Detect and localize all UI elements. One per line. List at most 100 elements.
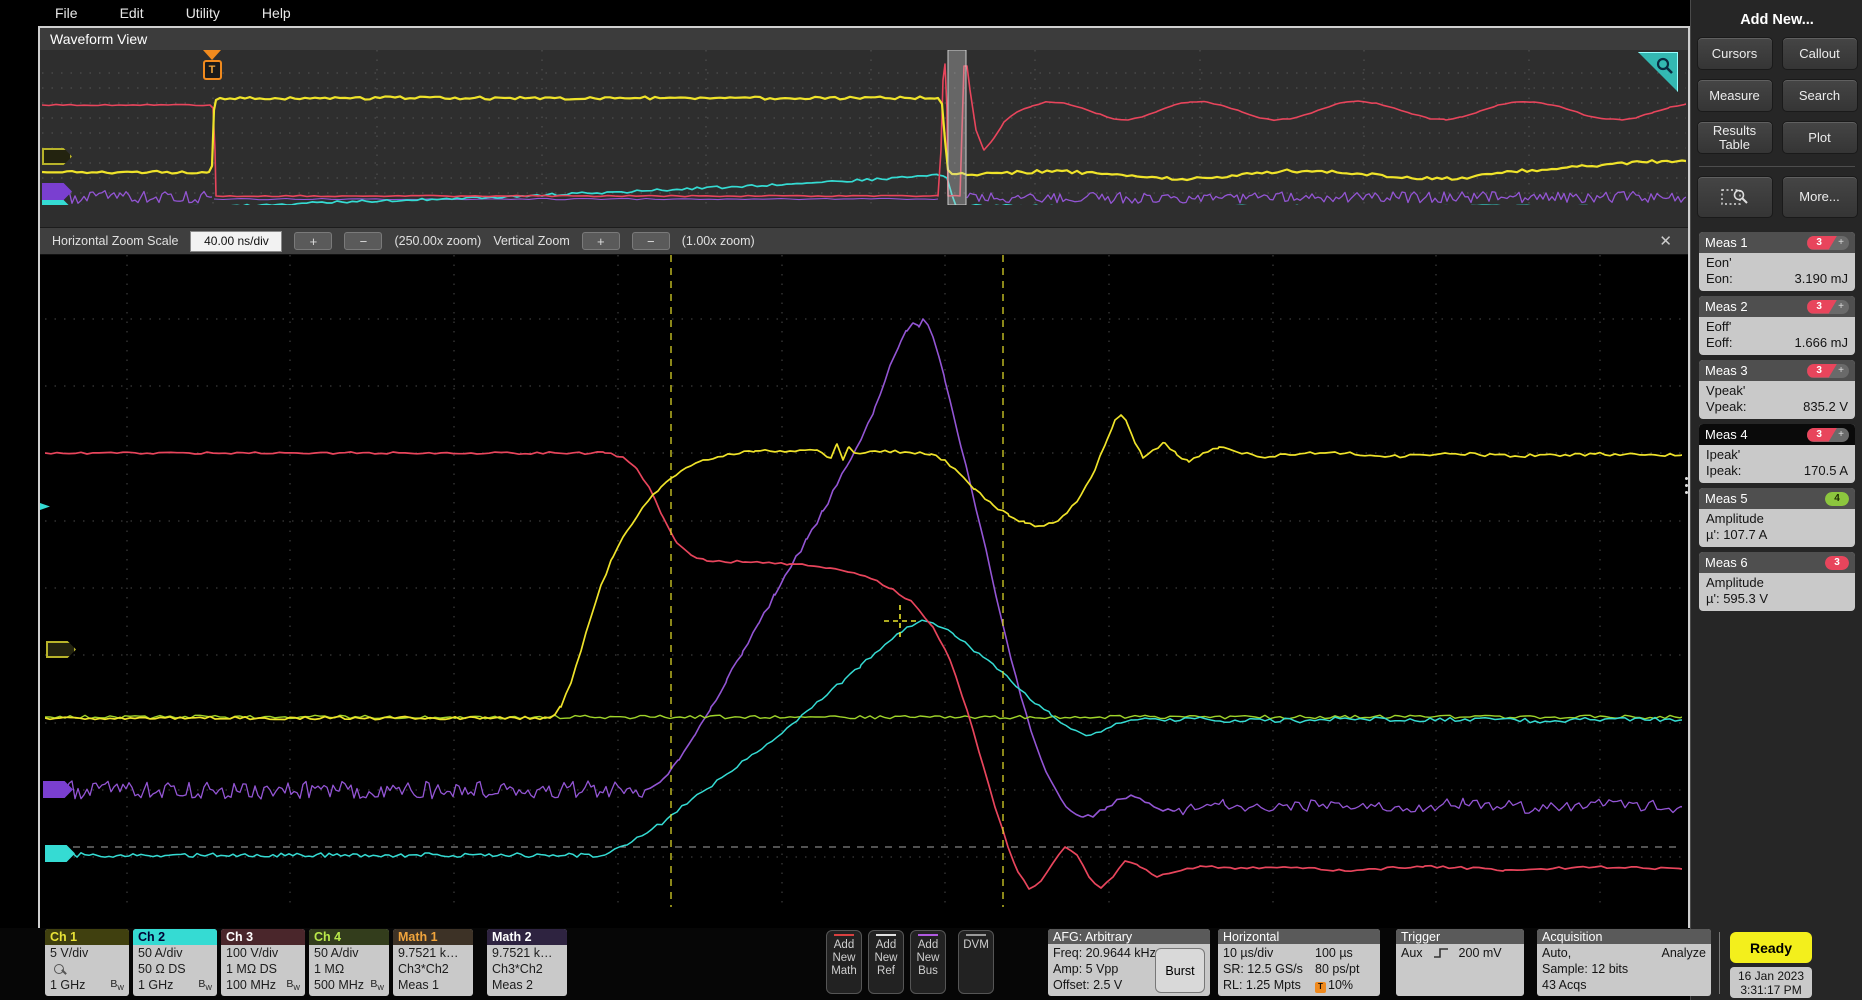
ready-status-button[interactable]: Ready: [1730, 932, 1812, 963]
panel-button[interactable]: [1697, 176, 1773, 218]
add-new-buttons: Cursors Callout Measure Search Results Table…: [1691, 37, 1862, 154]
measurement-value: 1.666 mJ: [1795, 335, 1848, 351]
source-badge: 3 +: [1807, 428, 1849, 442]
bottom-bar: Ch 1 5 V/div 1 GHzBW Ch 2 50 A/div 50 Ω …: [0, 928, 1690, 1000]
add-new-button[interactable]: Results Table: [1697, 121, 1773, 154]
zoom-waveform-view[interactable]: [40, 255, 1688, 907]
channel-settings-badge[interactable]: Ch 2 50 A/div 50 Ω DS 1 GHzBW: [133, 929, 217, 996]
add-source-button[interactable]: AddNewBus: [910, 930, 946, 994]
trigger-marker[interactable]: T: [202, 50, 222, 84]
panel-button[interactable]: More...: [1782, 176, 1858, 218]
measurement-header: Meas 6 3: [1699, 552, 1855, 573]
vzoom-plus-button[interactable]: +: [582, 232, 620, 250]
measurement-value-label: µ': 107.7 A: [1706, 527, 1767, 543]
add-source-button[interactable]: AddNewMath: [826, 930, 862, 994]
channel-name: Ch 4: [309, 929, 389, 945]
menu-item[interactable]: File: [55, 5, 78, 21]
bandwidth-icon: BW: [198, 978, 212, 992]
horizontal-badge[interactable]: Horizontal 10 µs/div 100 µs SR: 12.5 GS/…: [1218, 929, 1380, 996]
trigger-source: Aux: [1401, 945, 1423, 961]
add-new-button[interactable]: Cursors: [1697, 37, 1773, 70]
source-badge: 3 +: [1807, 236, 1849, 250]
measurement-label: Amplitude: [1706, 575, 1848, 591]
measurement-card[interactable]: Meas 5 4 Amplitude µ': 107.7 A: [1699, 488, 1855, 547]
measurement-label: Ipeak': [1706, 447, 1848, 463]
hzoom-scale-input[interactable]: [190, 231, 282, 252]
measurement-header: Meas 3 3 +: [1699, 360, 1855, 381]
menu-item[interactable]: Utility: [186, 5, 220, 21]
channel-settings-badge[interactable]: Math 2 9.7521 k… Ch3*Ch2 Meas 2: [487, 929, 567, 996]
menu-item[interactable]: Edit: [120, 5, 144, 21]
channel-settings-badge[interactable]: Ch 3 100 V/div 1 MΩ DS 100 MHzBW: [221, 929, 305, 996]
trigger-position-icon: T: [1315, 982, 1326, 993]
add-new-button[interactable]: Callout: [1782, 37, 1858, 70]
measurement-header: Meas 1 3 +: [1699, 232, 1855, 253]
trigger-t-icon: T: [203, 60, 222, 80]
extra-buttons: More...: [1691, 176, 1862, 218]
bandwidth-icon: BW: [370, 978, 384, 992]
vzoom-minus-button[interactable]: −: [632, 232, 670, 250]
hzoom-minus-button[interactable]: −: [344, 232, 382, 250]
measurement-name: Meas 5: [1705, 491, 1748, 506]
time-label: 3:31:17 PM: [1740, 983, 1801, 997]
rising-edge-icon: [1433, 947, 1449, 959]
afg-title: AFG: Arbitrary: [1048, 929, 1210, 944]
measurement-value-label: Vpeak:: [1706, 399, 1746, 415]
measurement-name: Meas 1: [1705, 235, 1748, 250]
measurement-value-label: Ipeak:: [1706, 463, 1741, 479]
measurement-card[interactable]: Meas 3 3 + Vpeak' Vpeak: 835.2 V: [1699, 360, 1855, 419]
measurement-name: Meas 2: [1705, 299, 1748, 314]
divider: [1719, 932, 1720, 994]
channel-name: Math 1: [393, 929, 473, 945]
hzoom-plus-button[interactable]: +: [294, 232, 332, 250]
panel-drag-handle[interactable]: [1682, 468, 1690, 502]
measurement-card[interactable]: Meas 1 3 + Eon' Eon: 3.190 mJ: [1699, 232, 1855, 291]
main-traces: [45, 255, 1682, 907]
plus-icon: +: [1837, 237, 1849, 248]
measurement-header: Meas 4 3 +: [1699, 424, 1855, 445]
measurement-body: Vpeak' Vpeak: 835.2 V: [1699, 381, 1855, 419]
acquisition-badge[interactable]: Acquisition Auto, Analyze Sample: 12 bit…: [1537, 929, 1711, 996]
source-badge: 3 +: [1807, 364, 1849, 378]
burst-button[interactable]: Burst: [1155, 948, 1205, 993]
measurement-body: Eon' Eon: 3.190 mJ: [1699, 253, 1855, 291]
add-new-button[interactable]: Plot: [1782, 121, 1858, 154]
add-source-button[interactable]: DVM: [958, 930, 994, 994]
hzoom-factor-label: (250.00x zoom): [394, 234, 481, 248]
acquisition-title: Acquisition: [1537, 929, 1711, 944]
add-new-button[interactable]: Search: [1782, 79, 1858, 112]
add-new-title: Add New...: [1691, 0, 1862, 28]
right-panel: Add New... Cursors Callout Measure Search Re…: [1690, 0, 1862, 1000]
channel-settings-badge[interactable]: Ch 4 50 A/div 1 MΩ 500 MHzBW: [309, 929, 389, 996]
trigger-level: 200 mV: [1459, 945, 1502, 961]
measurement-card[interactable]: Meas 4 3 + Ipeak' Ipeak: 170.5 A: [1699, 424, 1855, 483]
afg-badge[interactable]: AFG: Arbitrary Freq: 20.9644 kHz Amp: 5 …: [1048, 929, 1210, 996]
source-badge: 3 +: [1807, 300, 1849, 314]
measurement-card[interactable]: Meas 2 3 + Eoff' Eoff: 1.666 mJ: [1699, 296, 1855, 355]
date-label: 16 Jan 2023: [1738, 969, 1804, 983]
measurement-body: Ipeak' Ipeak: 170.5 A: [1699, 445, 1855, 483]
measurement-card[interactable]: Meas 6 3 Amplitude µ': 595.3 V: [1699, 552, 1855, 611]
measurement-header: Meas 5 4: [1699, 488, 1855, 509]
channel-name: Ch 2: [133, 929, 217, 945]
measurement-body: Amplitude µ': 107.7 A: [1699, 509, 1855, 547]
vzoom-factor-label: (1.00x zoom): [682, 234, 755, 248]
measurement-value-label: Eoff:: [1706, 335, 1733, 351]
add-new-button[interactable]: Measure: [1697, 79, 1773, 112]
plus-icon: +: [1837, 429, 1849, 440]
trigger-title: Trigger: [1396, 929, 1524, 944]
measurement-value-label: µ': 595.3 V: [1706, 591, 1768, 607]
channel-name: Ch 3: [221, 929, 305, 945]
plus-icon: +: [1837, 301, 1849, 312]
trigger-arrow-icon: [203, 50, 221, 60]
measurement-value-label: Eon:: [1706, 271, 1733, 287]
bandwidth-icon: BW: [286, 978, 300, 992]
channel-settings-badge[interactable]: Ch 1 5 V/div 1 GHzBW: [45, 929, 129, 996]
trigger-badge[interactable]: Trigger Aux 200 mV: [1396, 929, 1524, 996]
menu-item[interactable]: Help: [262, 5, 291, 21]
channel-name: Math 2: [487, 929, 567, 945]
close-icon[interactable]: ✕: [1659, 232, 1676, 250]
add-source-button[interactable]: AddNewRef: [868, 930, 904, 994]
channel-settings-badge[interactable]: Math 1 9.7521 k… Ch3*Ch2 Meas 1: [393, 929, 473, 996]
waveform-overview[interactable]: T: [40, 50, 1688, 205]
